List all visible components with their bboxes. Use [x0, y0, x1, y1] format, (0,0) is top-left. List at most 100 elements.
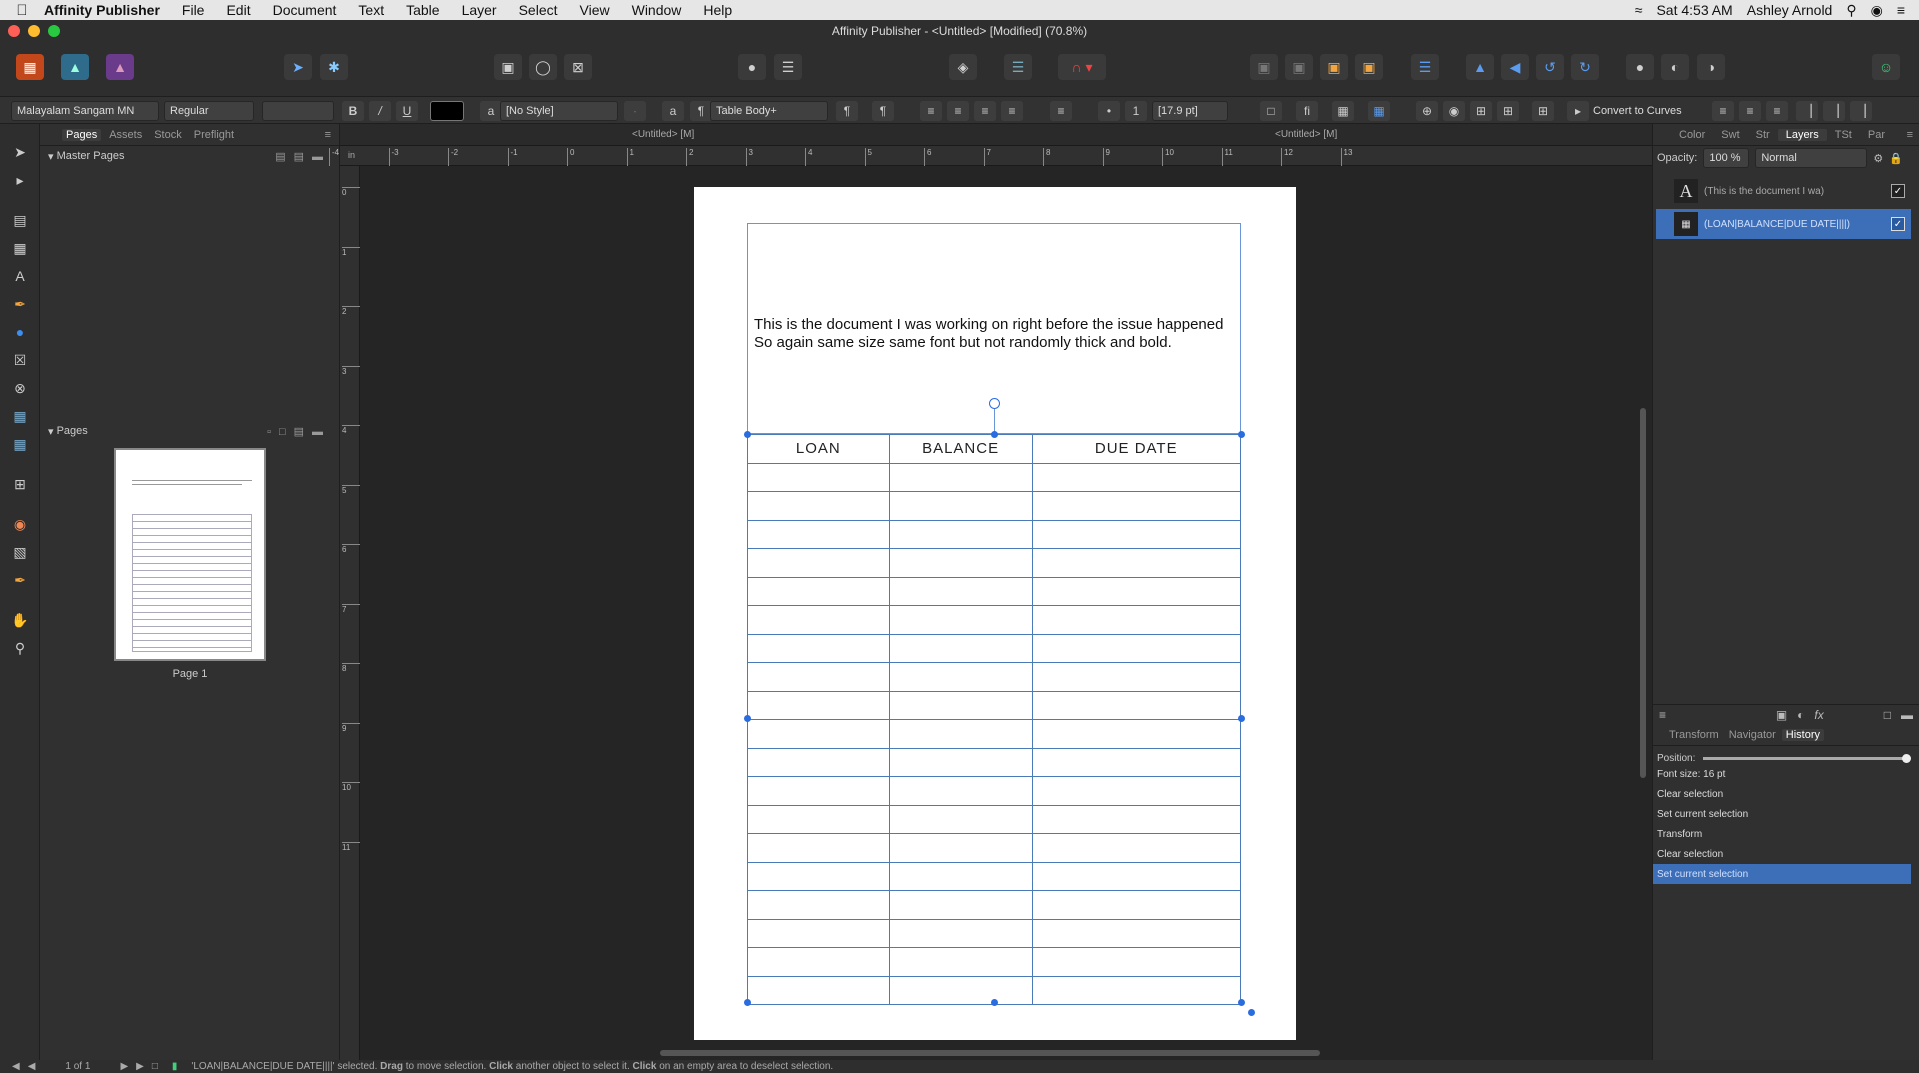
selection-handle[interactable]: [991, 999, 998, 1006]
vector-crop-tool-icon[interactable]: ▦: [7, 432, 33, 456]
arrange-forward-icon[interactable]: ▣: [1320, 54, 1348, 80]
fill-tool-icon[interactable]: ▧: [7, 540, 33, 564]
numbered-list-icon[interactable]: 1: [1125, 101, 1147, 121]
panel-menu-icon[interactable]: ≡: [1907, 129, 1919, 141]
delete-layer-icon[interactable]: ▬: [1901, 708, 1919, 722]
crop-tool-icon[interactable]: ⊞: [7, 472, 33, 496]
view-clip-icon[interactable]: ⊠: [564, 54, 592, 80]
show-handles-icon[interactable]: ◉: [1443, 101, 1465, 121]
table-cell[interactable]: [1031, 690, 1241, 720]
rotate-right-icon[interactable]: ↻: [1571, 54, 1599, 80]
convert-to-curves-button[interactable]: Convert to Curves: [1588, 101, 1684, 121]
tab-layers[interactable]: Layers: [1777, 128, 1827, 141]
table-cell[interactable]: [747, 605, 890, 635]
table-cell[interactable]: [1031, 861, 1241, 891]
selection-handle[interactable]: [1238, 431, 1245, 438]
layer-visibility-checkbox[interactable]: ✓: [1891, 184, 1905, 198]
zoom-window-button[interactable]: [48, 25, 60, 37]
tab-stroke[interactable]: Str: [1748, 129, 1778, 141]
table-cell[interactable]: [888, 890, 1033, 920]
vertical-align-icon[interactable]: ≡: [1050, 101, 1072, 121]
table-cell[interactable]: [888, 605, 1033, 635]
table-cell[interactable]: [747, 947, 890, 977]
selection-handle[interactable]: [991, 431, 998, 438]
rotation-handle[interactable]: [989, 398, 1000, 409]
tab-stock[interactable]: Stock: [150, 129, 186, 141]
italic-button[interactable]: /: [369, 101, 391, 121]
table-cell[interactable]: [1031, 975, 1241, 1005]
table-cell[interactable]: [1031, 776, 1241, 806]
table-cell[interactable]: [888, 804, 1033, 834]
loan-table[interactable]: LOAN BALANCE DUE DATE: [747, 434, 1241, 1005]
show-special-chars-icon[interactable]: ¶: [872, 101, 894, 121]
paragraph-a-icon[interactable]: a: [662, 101, 684, 121]
table-header-loan[interactable]: LOAN: [747, 434, 890, 464]
table-cell[interactable]: [747, 690, 890, 720]
preferences-icon[interactable]: ✱: [320, 54, 348, 80]
flip-vertical-icon[interactable]: ◀: [1501, 54, 1529, 80]
document-tab-2[interactable]: <Untitled> [M]: [1275, 129, 1337, 140]
menu-window[interactable]: Window: [621, 2, 693, 18]
pin-icon[interactable]: ●: [738, 54, 766, 80]
table-cell[interactable]: [888, 462, 1033, 492]
preview-mode-icon[interactable]: ◈: [949, 54, 977, 80]
selection-handle[interactable]: [1238, 715, 1245, 722]
pages-header[interactable]: ▾ Pages ▫□▤▬: [40, 421, 339, 441]
paragraph-options-icon[interactable]: ¶: [836, 101, 858, 121]
align-left-icon[interactable]: ≡: [920, 101, 942, 121]
history-slider-thumb[interactable]: [1902, 753, 1911, 763]
layer-settings-icon[interactable]: ⚙: [1873, 152, 1883, 165]
move-tool-icon[interactable]: ➤: [7, 140, 33, 164]
tab-navigator[interactable]: Navigator: [1725, 729, 1780, 741]
history-item[interactable]: Clear selection: [1653, 844, 1911, 864]
table-cell[interactable]: [747, 719, 890, 749]
first-page-icon[interactable]: ◀: [0, 1061, 20, 1072]
snapping-icon[interactable]: ∩ ▾: [1058, 54, 1106, 80]
table-cell[interactable]: [1031, 890, 1241, 920]
table-cell[interactable]: [747, 747, 890, 777]
table-cell[interactable]: [888, 975, 1033, 1005]
history-item[interactable]: Set current selection: [1653, 804, 1911, 824]
align-center-objects-icon[interactable]: ≡: [1739, 101, 1761, 121]
table-cell[interactable]: [747, 462, 890, 492]
table-cell[interactable]: [1031, 576, 1241, 606]
clear-char-style-icon[interactable]: ∙: [624, 101, 646, 121]
table-tool-icon[interactable]: ▦: [7, 236, 33, 260]
table-cell[interactable]: [747, 662, 890, 692]
page-thumbnail[interactable]: [114, 448, 266, 661]
arrange-back-icon[interactable]: ▣: [1250, 54, 1278, 80]
table-cell[interactable]: [1031, 633, 1241, 663]
table-cell[interactable]: [1031, 804, 1241, 834]
table-cell[interactable]: [888, 918, 1033, 948]
tab-paragraph[interactable]: Par: [1860, 129, 1893, 141]
table-cell[interactable]: [747, 918, 890, 948]
history-item[interactable]: Font size: 16 pt: [1653, 764, 1911, 784]
blend-mode-select[interactable]: Normal: [1755, 148, 1868, 168]
selection-handle[interactable]: [744, 999, 751, 1006]
menu-view[interactable]: View: [569, 2, 621, 18]
page-icon[interactable]: □: [144, 1061, 158, 1072]
view-normal-icon[interactable]: ▣: [494, 54, 522, 80]
search-icon[interactable]: ⚲: [1846, 2, 1856, 19]
character-style-select[interactable]: [No Style]: [500, 101, 618, 121]
layer-row-text[interactable]: A (This is the document I wa) ✓: [1656, 176, 1911, 206]
table-cell[interactable]: [1031, 662, 1241, 692]
table-cell[interactable]: [888, 662, 1033, 692]
table-cell[interactable]: [1031, 605, 1241, 635]
history-item[interactable]: Clear selection: [1653, 784, 1911, 804]
disclosure-triangle-icon[interactable]: ▾: [48, 425, 57, 438]
siri-icon[interactable]: ◉: [1871, 2, 1883, 19]
frame-text-tool-icon[interactable]: ▤: [7, 208, 33, 232]
account-icon[interactable]: ☺: [1872, 54, 1900, 80]
intersect-icon[interactable]: ◑: [1697, 54, 1725, 80]
master-pages-header[interactable]: ▾ Master Pages ▤▤▬: [40, 146, 339, 166]
table-cell[interactable]: [1031, 519, 1241, 549]
align-right-icon[interactable]: ≡: [974, 101, 996, 121]
table-resize-handle[interactable]: [1248, 1009, 1255, 1016]
fi-ligature-icon[interactable]: fi: [1296, 101, 1318, 121]
menu-edit[interactable]: Edit: [215, 2, 261, 18]
tab-transform[interactable]: Transform: [1665, 729, 1723, 741]
table-cell[interactable]: [888, 519, 1033, 549]
baseline-grid-icon[interactable]: ☰: [1004, 54, 1032, 80]
history-item[interactable]: Set current selection: [1653, 864, 1911, 884]
